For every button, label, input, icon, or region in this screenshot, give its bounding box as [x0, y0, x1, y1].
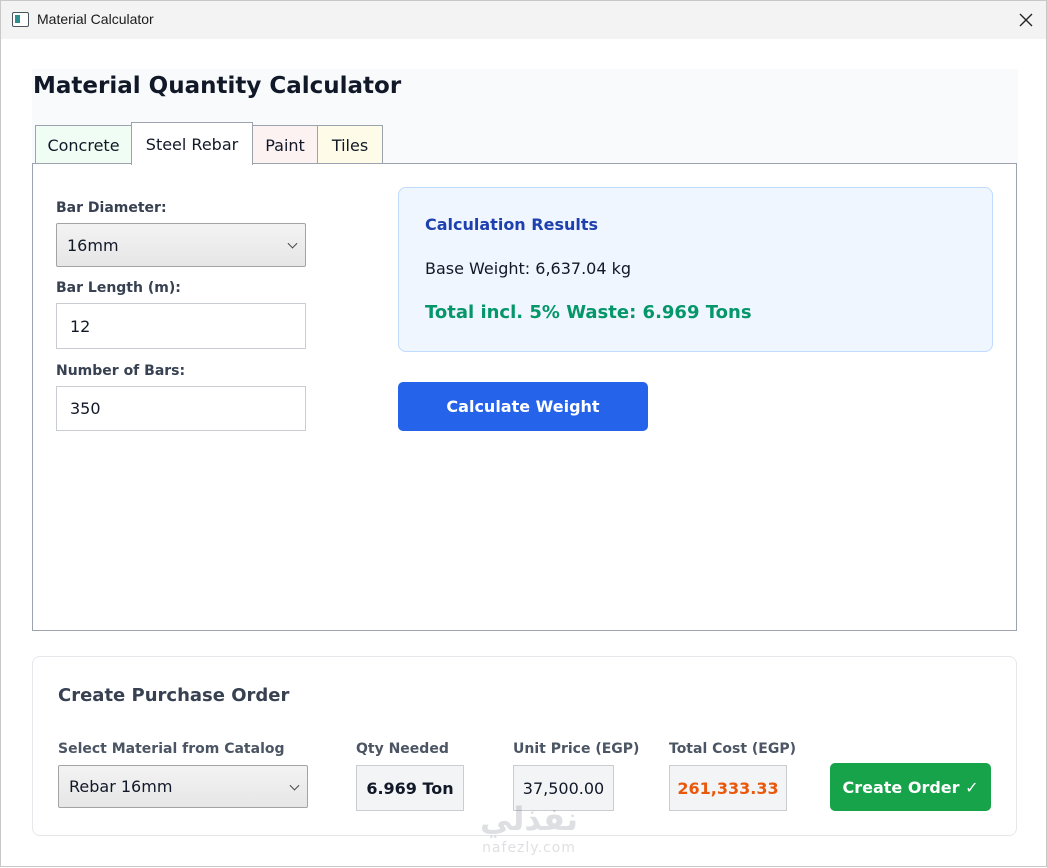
create-order-button[interactable]: Create Order ✓: [830, 763, 991, 811]
chevron-down-icon: [287, 238, 298, 249]
base-weight-text: Base Weight: 6,637.04 kg: [425, 259, 632, 278]
results-title: Calculation Results: [425, 215, 599, 234]
page-title: Material Quantity Calculator: [33, 73, 402, 99]
bar-diameter-select[interactable]: 16mm: [56, 223, 306, 267]
calculate-weight-button[interactable]: Calculate Weight: [398, 382, 648, 431]
close-button[interactable]: [1006, 1, 1046, 39]
qty-needed-label: Qty Needed: [356, 741, 449, 757]
chevron-down-icon: [289, 780, 300, 791]
number-of-bars-label: Number of Bars:: [56, 363, 186, 379]
number-of-bars-value: 350: [70, 399, 101, 418]
purchase-order-title: Create Purchase Order: [58, 685, 290, 706]
watermark-text: nafezly.com: [482, 840, 576, 856]
app-window-icon: [12, 12, 29, 27]
bar-length-value: 12: [70, 316, 91, 336]
watermark: نفذلي nafezly.com: [459, 799, 599, 865]
tab-tiles[interactable]: Tiles: [317, 125, 383, 164]
app-window: Material Calculator Material Quantity Ca…: [0, 0, 1047, 867]
tab-concrete[interactable]: Concrete: [35, 125, 132, 164]
tab-steel-rebar[interactable]: Steel Rebar: [131, 122, 253, 165]
material-select-value: Rebar 16mm: [69, 777, 173, 796]
close-icon: [1019, 13, 1033, 27]
bar-length-input[interactable]: 12: [56, 303, 306, 349]
bar-diameter-value: 16mm: [67, 235, 119, 255]
total-cost-label: Total Cost (EGP): [669, 741, 797, 757]
number-of-bars-input[interactable]: 350: [56, 386, 306, 431]
tab-paint[interactable]: Paint: [252, 125, 318, 164]
material-catalog-select[interactable]: Rebar 16mm: [58, 765, 308, 808]
window-title: Material Calculator: [37, 11, 154, 27]
qty-needed-value: 6.969 Ton: [356, 765, 464, 811]
bar-diameter-label: Bar Diameter:: [56, 200, 167, 216]
title-bar[interactable]: Material Calculator: [1, 1, 1046, 39]
unit-price-label: Unit Price (EGP): [513, 741, 640, 757]
watermark-logo: نفذلي: [480, 800, 578, 838]
total-weight-text: Total incl. 5% Waste: 6.969 Tons: [425, 302, 752, 323]
total-cost-value: 261,333.33: [669, 765, 787, 811]
bar-length-label: Bar Length (m):: [56, 280, 181, 296]
material-select-label: Select Material from Catalog: [58, 741, 285, 757]
